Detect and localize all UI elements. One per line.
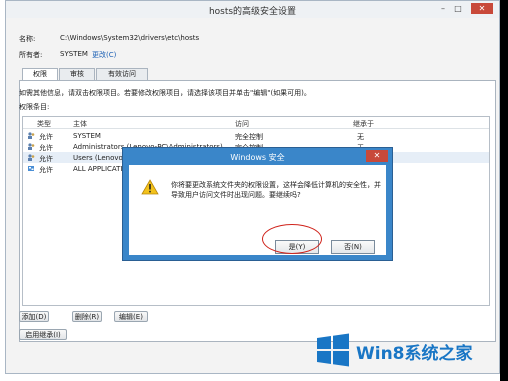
windows-logo-icon [317,333,349,367]
col-principal[interactable]: 主体 [73,119,87,129]
tab-auditing[interactable]: 审核 [59,68,95,80]
add-button[interactable]: 添加(D) [19,311,49,322]
change-owner-link[interactable]: 更改(C) [92,50,116,60]
row-type: 允许 [39,166,53,174]
owner-value: SYSTEM [60,50,88,58]
close-button[interactable]: ✕ [471,3,493,14]
minimize-button[interactable]: – [437,3,449,14]
users-icon [28,154,35,161]
dialog-message: 你将要更改系统文件夹的权限设置，这样会降低计算机的安全性，并导致用户访问文件时出… [171,181,381,199]
highlight-circle [262,224,322,254]
edit-button[interactable]: 编辑(E) [114,311,148,322]
window-title: hosts的高级安全设置 [208,7,297,17]
remove-button[interactable]: 删除(R) [72,311,102,322]
warning-icon [141,179,159,195]
owner-label: 所有者: [19,51,43,59]
users-icon [28,143,35,150]
dialog-close-button[interactable]: ✕ [366,150,388,162]
col-type[interactable]: 类型 [37,119,51,129]
users-icon [28,132,35,139]
col-access[interactable]: 访问 [235,119,249,129]
app-package-icon [28,166,34,171]
enable-inheritance-button[interactable]: 启用继承(I) [19,329,67,340]
permission-entries-label: 权限条目: [19,103,50,111]
right-edge-bar [500,0,508,381]
name-value: C:\Windows\System32\drivers\etc\hosts [60,34,200,42]
instruction-text: 如需其他信息，请双击权限项目。若要修改权限项目，请选择该项目并单击"编辑"(如果… [19,89,311,97]
name-label: 名称: [19,35,36,43]
no-button[interactable]: 否(N) [331,240,375,254]
maximize-button[interactable]: □ [452,3,464,14]
windows-security-dialog: Windows 安全 ✕ 你将要更改系统文件夹的权限设置，这样会降低计算机的安全… [122,147,393,261]
table-row[interactable]: 允许 SYSTEM 完全控制 无 [23,130,489,141]
dialog-body: 你将要更改系统文件夹的权限设置，这样会降低计算机的安全性，并导致用户访问文件时出… [129,165,386,255]
row-principal: SYSTEM [73,132,101,140]
watermark-brand: Win8系统之家 [315,330,505,374]
watermark-text: Win8系统之家 [356,344,473,364]
table-header: 类型 主体 访问 继承于 [23,117,489,129]
col-inherited-from[interactable]: 继承于 [353,119,374,129]
tab-effective-access[interactable]: 有效访问 [96,68,148,80]
title-bar: hosts的高级安全设置 – □ ✕ [6,1,499,18]
dialog-title: Windows 安全 [230,153,285,162]
